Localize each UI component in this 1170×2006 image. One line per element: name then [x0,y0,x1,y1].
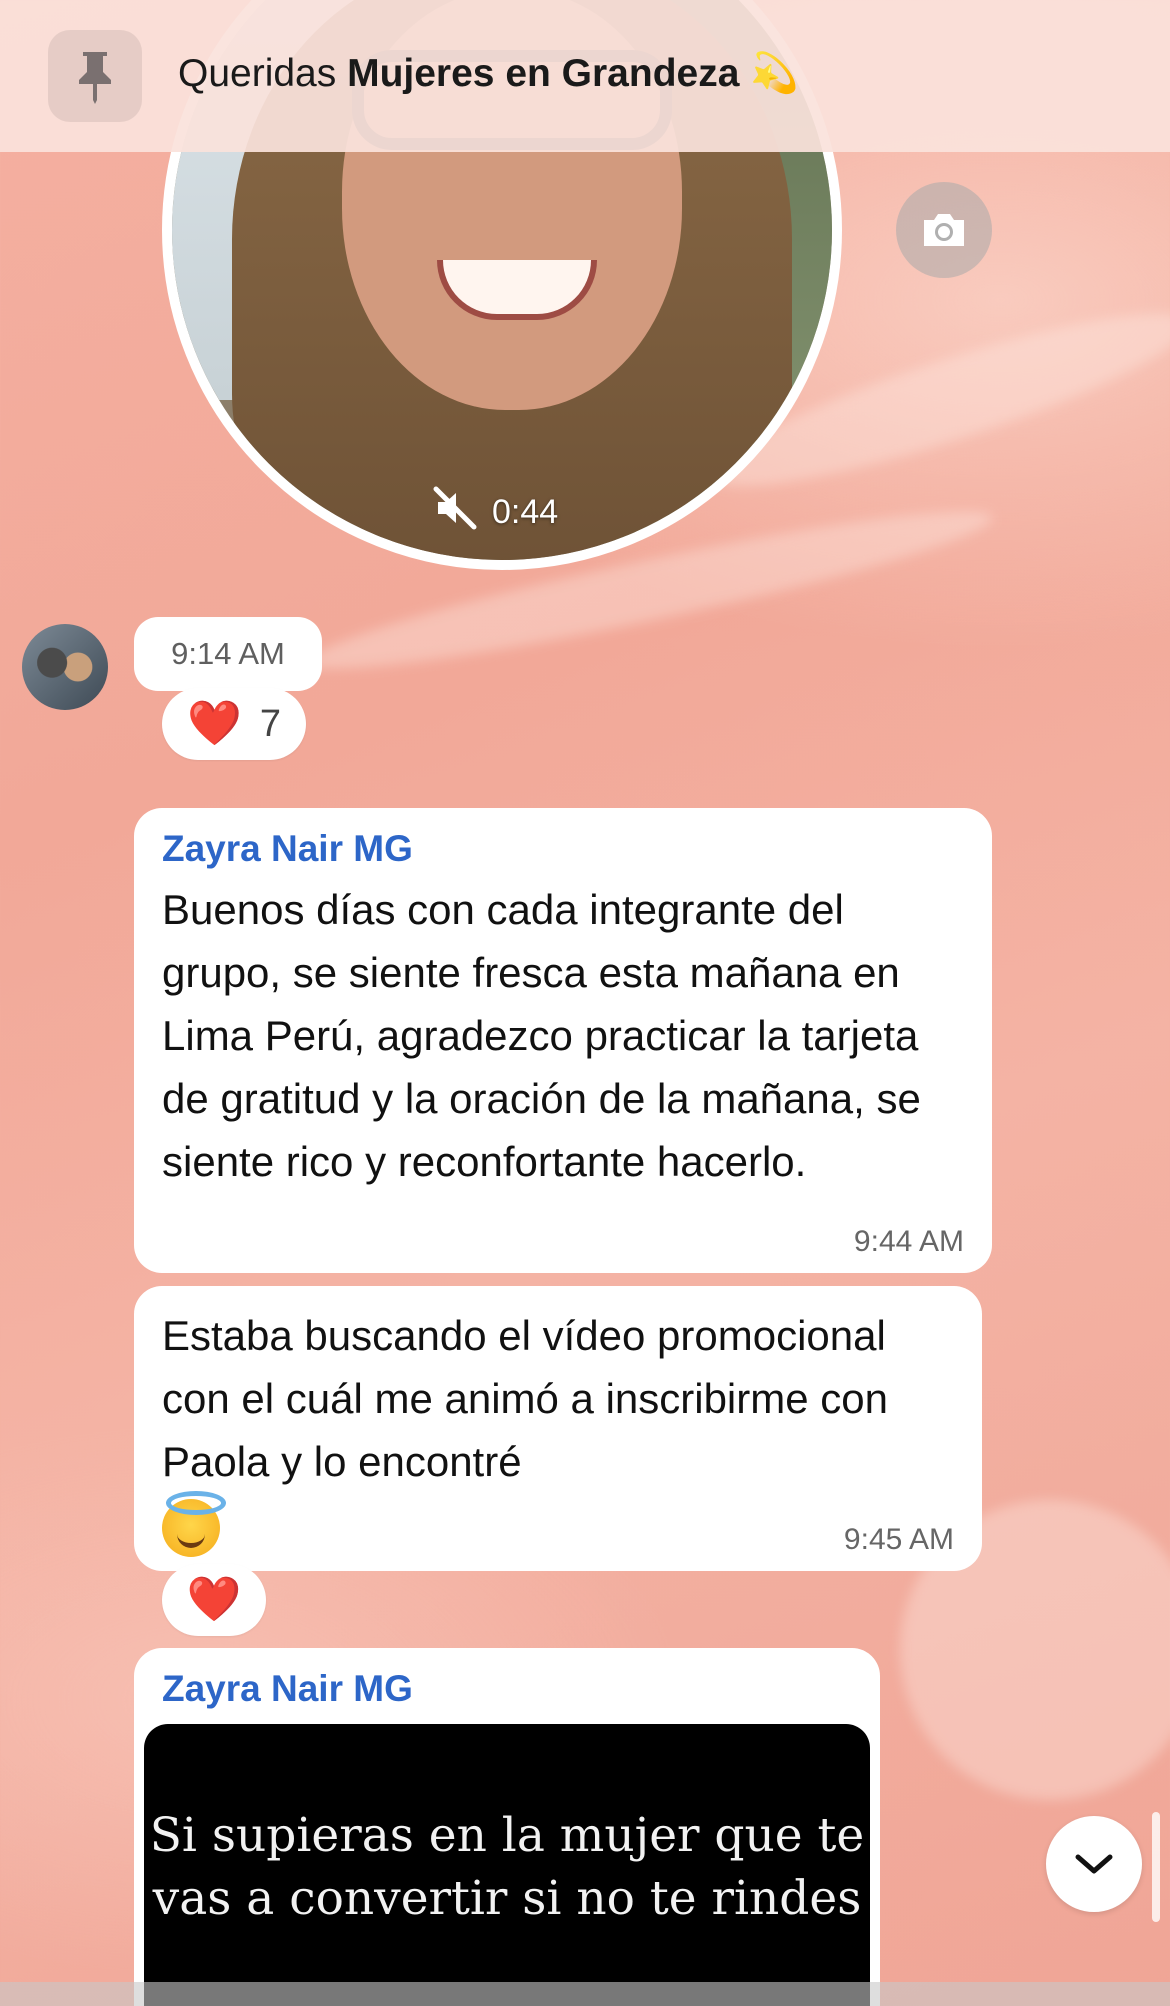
message-time: 9:45 AM [843,1523,954,1556]
promo-image[interactable]: Si supieras en la mujer que te vas a con… [144,1724,870,2006]
halo-face-emoji-icon [162,1490,226,1557]
scroll-down-button[interactable] [1046,1816,1142,1912]
message-time: 9:14 AM [134,617,322,691]
sender-name[interactable]: Zayra Nair MG [162,828,964,870]
sender-name[interactable]: Zayra Nair MG [162,1668,852,1710]
reaction-count: 7 [259,702,281,745]
pin-icon [79,52,111,104]
pinned-title: Queridas Mujeres en Grandeza 💫 [178,52,799,95]
scrollbar[interactable] [1152,1812,1160,1922]
camera-icon [924,214,964,246]
message-time: 9:44 AM [853,1225,964,1258]
heart-icon: ❤️ [187,699,242,748]
message-text: Estaba buscando el vídeo promocional con… [162,1304,954,1557]
message-bubble[interactable]: Zayra Nair MG Si supieras en la mujer qu… [134,1648,880,2006]
pin-button[interactable] [48,30,142,122]
message-text: Buenos días con cada integrante del grup… [162,886,921,1185]
video-note-meta: 0:44 [432,484,558,540]
message-bubble[interactable]: Estaba buscando el vídeo promocional con… [134,1286,982,1571]
reaction-chip[interactable]: ❤️ [162,1564,266,1636]
reaction-chip[interactable]: ❤️ 7 [162,688,306,760]
message-bubble[interactable]: Zayra Nair MG Buenos días con cada integ… [134,808,992,1273]
heart-icon: ❤️ [186,1575,242,1624]
muted-speaker-icon[interactable] [432,485,478,540]
avatar[interactable] [22,624,108,710]
pinned-message-bar[interactable]: Queridas Mujeres en Grandeza 💫 [0,0,1170,152]
promo-image-text: Si supieras en la mujer que te vas a con… [149,1808,865,1926]
camera-button[interactable] [896,182,992,278]
bottom-bar [0,1982,1170,2006]
video-duration: 0:44 [492,492,559,531]
chevron-down-icon [1075,1854,1113,1874]
